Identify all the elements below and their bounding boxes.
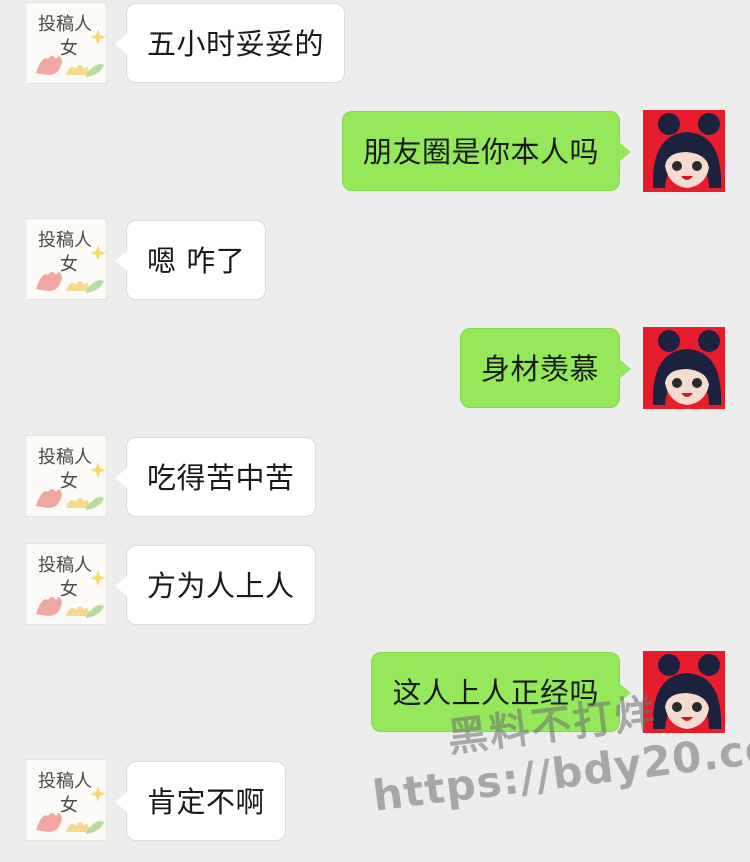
bubble-tail: [115, 34, 127, 54]
avatar-label-line1: 投稿人: [38, 555, 92, 576]
message-text: 方为人上人: [147, 569, 295, 603]
incoming-message-bubble[interactable]: 方为人上人: [115, 545, 316, 625]
cartoon-girl-icon: [652, 113, 722, 188]
avatar-label-line2: 女: [60, 254, 78, 275]
message-text: 五小时妥妥的: [147, 27, 325, 61]
sender-avatar[interactable]: 投稿人 女: [25, 759, 107, 841]
outgoing-message-bubble[interactable]: 朋友圈是你本人吗: [341, 111, 631, 191]
incoming-message-bubble[interactable]: 嗯 咋了: [115, 220, 267, 300]
avatar-label-line2: 女: [60, 471, 78, 492]
incoming-message-bubble[interactable]: 吃得苦中苦: [115, 437, 316, 517]
avatar-label-line1: 投稿人: [38, 230, 92, 251]
bubble-tail: [115, 468, 127, 488]
bubble-tail: [115, 792, 127, 812]
sender-avatar[interactable]: 投稿人 女: [25, 435, 107, 517]
incoming-message-bubble[interactable]: 五小时妥妥的: [115, 3, 346, 83]
outgoing-message-bubble[interactable]: 身材羡慕: [459, 328, 631, 408]
avatar-label-line1: 投稿人: [38, 447, 92, 468]
user-avatar[interactable]: [643, 110, 725, 192]
chat-screen: { "chat": { "left_avatar_label_line1": "…: [0, 0, 750, 862]
message-text: 吃得苦中苦: [147, 461, 295, 495]
sender-avatar[interactable]: 投稿人 女: [25, 218, 107, 300]
bubble-tail: [619, 359, 631, 379]
message-text: 嗯 咋了: [147, 244, 246, 278]
sender-avatar[interactable]: 投稿人 女: [25, 543, 107, 625]
avatar-label-line2: 女: [60, 795, 78, 816]
avatar-label-line2: 女: [60, 38, 78, 59]
bubble-tail: [619, 142, 631, 162]
message-text: 肯定不啊: [147, 785, 266, 819]
bubble-tail: [115, 251, 127, 271]
user-avatar[interactable]: [643, 327, 725, 409]
avatar-label-line1: 投稿人: [38, 771, 92, 792]
incoming-message-bubble[interactable]: 肯定不啊: [115, 761, 287, 841]
avatar-label-line1: 投稿人: [38, 14, 92, 35]
cartoon-girl-icon: [652, 330, 722, 405]
bubble-tail: [115, 576, 127, 596]
message-text: 朋友圈是你本人吗: [362, 135, 599, 169]
message-text: 身材羡慕: [480, 352, 599, 386]
avatar-label-line2: 女: [60, 579, 78, 600]
sender-avatar[interactable]: 投稿人 女: [25, 2, 107, 84]
